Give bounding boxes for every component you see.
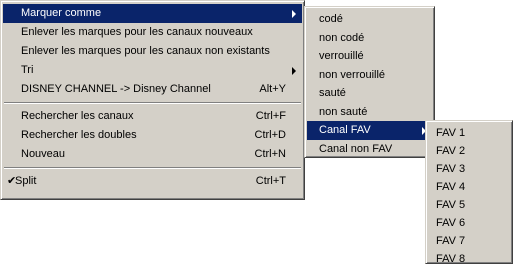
menu-item-fav-3[interactable]: FAV 3 <box>428 160 510 178</box>
menu-item-shortcut: Ctrl+F <box>255 110 286 122</box>
menu-item-rechercher-doubles[interactable]: Rechercher les doubles Ctrl+D <box>3 126 302 145</box>
menu-item-non-verrouille[interactable]: non verrouillé <box>307 66 432 85</box>
menu-item-label: verrouillé <box>319 50 364 62</box>
menu-item-label: FAV 1 <box>436 127 466 139</box>
submenu-arrow-icon <box>292 67 296 75</box>
context-menu: Marquer comme Enlever les marques pour l… <box>0 0 305 200</box>
menu-item-enlever-marques-nouveaux[interactable]: Enlever les marques pour les canaux nouv… <box>3 23 302 42</box>
menu-item-nouveau[interactable]: Nouveau Ctrl+N <box>3 145 302 164</box>
menu-item-label: Enlever les marques pour les canaux non … <box>21 45 270 57</box>
menu-item-code[interactable]: codé <box>307 10 432 29</box>
menu-item-label: non sauté <box>319 105 368 118</box>
menu-item-fav-2[interactable]: FAV 2 <box>428 142 510 160</box>
menu-separator <box>3 99 302 107</box>
menu-item-label: FAV 4 <box>436 181 466 193</box>
menu-item-label: Canal non FAV <box>319 142 393 155</box>
canal-fav-submenu: FAV 1 FAV 2 FAV 3 FAV 4 FAV 5 FAV 6 FAV … <box>425 120 513 264</box>
menu-item-fav-8[interactable]: FAV 8 <box>428 250 510 264</box>
menu-item-label: Canal FAV <box>319 124 371 136</box>
menu-item-non-code[interactable]: non codé <box>307 29 432 48</box>
menu-item-label: codé <box>319 13 343 25</box>
menu-item-label: non codé <box>319 31 365 44</box>
menu-item-non-saute[interactable]: non sauté <box>307 103 432 122</box>
menu-item-saute[interactable]: sauté <box>307 84 432 103</box>
menu-item-split[interactable]: ✔ Split Ctrl+T <box>3 172 302 191</box>
submenu-arrow-icon <box>292 10 296 18</box>
menu-item-label: Rechercher les canaux <box>21 110 134 122</box>
menu-item-label: FAV 7 <box>436 235 466 247</box>
menu-item-label: FAV 6 <box>436 217 466 229</box>
menu-item-shortcut: Ctrl+D <box>254 129 286 141</box>
menu-item-label: sauté <box>319 87 346 99</box>
menu-item-label: FAV 5 <box>436 199 466 211</box>
menu-item-verrouille[interactable]: verrouillé <box>307 47 432 66</box>
menu-item-label: Nouveau <box>21 148 66 160</box>
menu-item-label: Tri <box>21 64 34 76</box>
menu-item-canal-non-fav[interactable]: Canal non FAV <box>307 140 432 159</box>
menu-item-fav-1[interactable]: FAV 1 <box>428 124 510 142</box>
menu-item-shortcut: Ctrl+N <box>254 148 286 160</box>
menu-item-label: FAV 3 <box>436 163 466 175</box>
menu-item-label: FAV 2 <box>436 145 466 157</box>
menu-item-marquer-comme[interactable]: Marquer comme <box>3 4 302 23</box>
marquer-comme-submenu: codé non codé verrouillé non verrouillé … <box>304 6 435 158</box>
menu-item-label: Split <box>15 175 37 187</box>
menu-item-disney-channel-rename[interactable]: DISNEY CHANNEL -> Disney Channel Alt+Y <box>3 80 302 99</box>
menu-item-canal-fav[interactable]: Canal FAV <box>307 121 432 140</box>
menu-item-label: Marquer comme <box>21 7 102 19</box>
menu-separator <box>3 164 302 172</box>
menu-item-fav-6[interactable]: FAV 6 <box>428 214 510 232</box>
menu-item-label: non verrouillé <box>319 68 386 81</box>
menu-item-fav-5[interactable]: FAV 5 <box>428 196 510 214</box>
menu-item-label: Enlever les marques pour les canaux nouv… <box>21 26 253 38</box>
menu-item-tri[interactable]: Tri <box>3 61 302 80</box>
menu-item-enlever-marques-non-existants[interactable]: Enlever les marques pour les canaux non … <box>3 42 302 61</box>
menu-item-shortcut: Ctrl+T <box>255 175 286 187</box>
menu-item-label: DISNEY CHANNEL -> Disney Channel <box>21 83 211 95</box>
menu-item-label: FAV 8 <box>436 253 466 264</box>
menu-item-rechercher-canaux[interactable]: Rechercher les canaux Ctrl+F <box>3 107 302 126</box>
menu-item-label: Rechercher les doubles <box>21 129 137 141</box>
menu-item-shortcut: Alt+Y <box>259 83 286 95</box>
menu-item-fav-7[interactable]: FAV 7 <box>428 232 510 250</box>
menu-item-fav-4[interactable]: FAV 4 <box>428 178 510 196</box>
